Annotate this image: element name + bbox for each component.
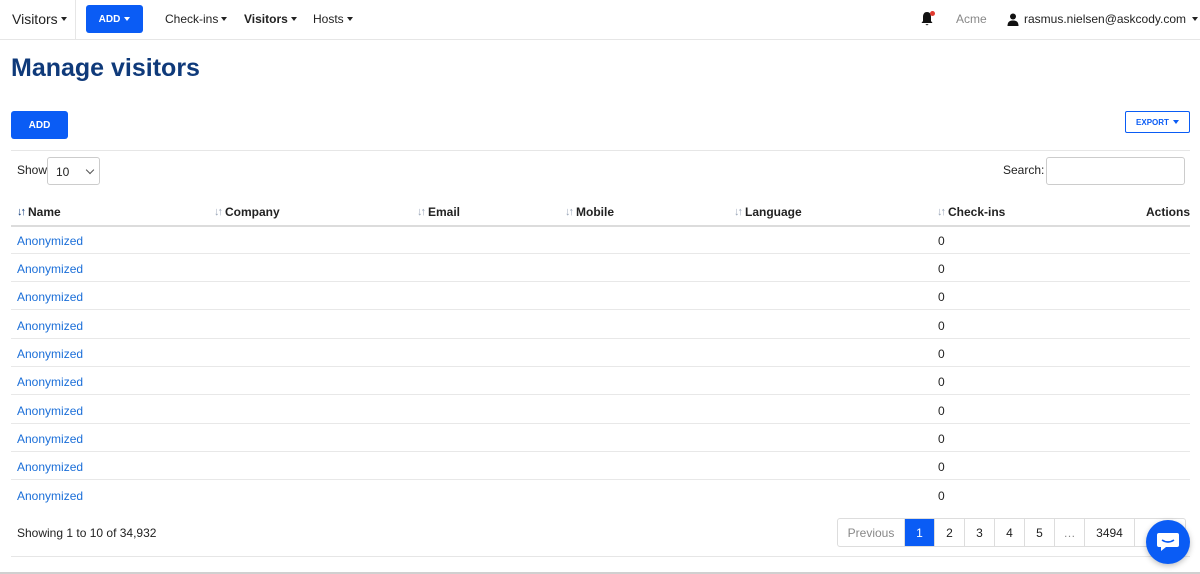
org-switcher[interactable]: Acme xyxy=(956,12,987,26)
check-ins-count: 0 xyxy=(938,404,945,418)
nav-link-label: Check-ins xyxy=(165,12,219,26)
top-navbar: Visitors ADD Check-ins Visitors Hosts Ac… xyxy=(0,0,1200,40)
add-visitor-button[interactable]: ADD xyxy=(11,111,68,139)
divider xyxy=(11,556,1190,557)
visitor-name-link[interactable]: Anonymized xyxy=(17,347,83,361)
table-row: Anonymized 0 xyxy=(11,396,1190,424)
column-header-label: Email xyxy=(428,205,461,219)
search-input[interactable] xyxy=(1046,157,1185,185)
column-header-check-ins[interactable]: ↓↑ Check-ins xyxy=(937,205,1005,219)
caret-down-icon xyxy=(346,17,353,21)
visitor-name-link[interactable]: Anonymized xyxy=(17,404,83,418)
export-label: EXPORT xyxy=(1136,117,1169,127)
table-row: Anonymized 0 xyxy=(11,254,1190,282)
page-title: Manage visitors xyxy=(11,54,200,82)
column-header-label: Mobile xyxy=(576,205,614,219)
column-header-company[interactable]: ↓↑ Company xyxy=(214,205,280,219)
visitor-name-link[interactable]: Anonymized xyxy=(17,432,83,446)
check-ins-count: 0 xyxy=(938,262,945,276)
check-ins-count: 0 xyxy=(938,319,945,333)
caret-down-icon xyxy=(124,17,131,21)
pagination-ellipsis: … xyxy=(1055,519,1085,546)
caret-down-icon xyxy=(290,17,297,21)
show-entries-value: 10 xyxy=(56,165,70,179)
pagination-previous[interactable]: Previous xyxy=(838,519,905,546)
pagination: Previous 1 2 3 4 5 … 3494 xyxy=(837,518,1186,547)
column-header-label: Company xyxy=(225,205,280,219)
show-entries-label: Show xyxy=(17,163,48,177)
pagination-page[interactable]: 3 xyxy=(965,519,995,546)
table-row: Anonymized 0 xyxy=(11,226,1190,254)
pagination-page[interactable]: 1 xyxy=(905,519,935,546)
sort-icon: ↓↑ xyxy=(214,206,223,218)
sort-icon: ↓↑ xyxy=(565,206,574,218)
column-header-label: Language xyxy=(745,205,802,219)
check-ins-count: 0 xyxy=(938,460,945,474)
nav-link-label: Visitors xyxy=(244,12,288,26)
user-menu-dropdown[interactable]: rasmus.nielsen@askcody.com xyxy=(1007,12,1199,26)
column-header-language[interactable]: ↓↑ Language xyxy=(734,205,802,219)
column-header-name[interactable]: ↓↑ Name xyxy=(17,205,61,219)
bell-icon[interactable] xyxy=(920,11,935,27)
check-ins-count: 0 xyxy=(938,234,945,248)
table-row: Anonymized 0 xyxy=(11,311,1190,339)
nav-link-visitors[interactable]: Visitors xyxy=(244,12,297,26)
user-email: rasmus.nielsen@askcody.com xyxy=(1024,12,1187,26)
column-header-actions: Actions xyxy=(1146,205,1191,219)
column-header-email[interactable]: ↓↑ Email xyxy=(417,205,460,219)
sort-ascending-icon: ↓↑ xyxy=(17,206,26,218)
caret-down-icon xyxy=(1172,120,1179,124)
table-row: Anonymized 0 xyxy=(11,452,1190,480)
caret-down-icon xyxy=(1192,17,1199,21)
check-ins-count: 0 xyxy=(938,489,945,503)
app-menu-label: Visitors xyxy=(12,11,58,27)
table-row: Anonymized 0 xyxy=(11,481,1190,509)
visitor-name-link[interactable]: Anonymized xyxy=(17,290,83,304)
pagination-page[interactable]: 5 xyxy=(1025,519,1055,546)
caret-down-icon xyxy=(221,17,228,21)
caret-down-icon xyxy=(60,17,67,21)
divider xyxy=(11,150,1190,151)
table-info: Showing 1 to 10 of 34,932 xyxy=(17,526,157,540)
visitor-name-link[interactable]: Anonymized xyxy=(17,489,83,503)
column-header-label: Check-ins xyxy=(948,205,1006,219)
column-header-mobile[interactable]: ↓↑ Mobile xyxy=(565,205,614,219)
table-row: Anonymized 0 xyxy=(11,424,1190,452)
chevron-down-icon xyxy=(85,165,95,175)
sort-icon: ↓↑ xyxy=(937,206,946,218)
check-ins-count: 0 xyxy=(938,375,945,389)
app-menu-dropdown[interactable]: Visitors xyxy=(12,11,67,27)
show-entries-select[interactable]: 10 xyxy=(47,157,100,185)
sort-icon: ↓↑ xyxy=(417,206,426,218)
check-ins-count: 0 xyxy=(938,347,945,361)
check-ins-count: 0 xyxy=(938,290,945,304)
pagination-page[interactable]: 4 xyxy=(995,519,1025,546)
search-label: Search: xyxy=(1003,163,1045,177)
nav-add-label: ADD xyxy=(98,13,121,25)
visitor-name-link[interactable]: Anonymized xyxy=(17,375,83,389)
table-row: Anonymized 0 xyxy=(11,282,1190,310)
nav-add-button[interactable]: ADD xyxy=(86,5,143,33)
nav-link-label: Hosts xyxy=(313,12,344,26)
visitor-name-link[interactable]: Anonymized xyxy=(17,234,83,248)
check-ins-count: 0 xyxy=(938,432,945,446)
visitor-name-link[interactable]: Anonymized xyxy=(17,262,83,276)
sort-icon: ↓↑ xyxy=(734,206,743,218)
visitor-name-link[interactable]: Anonymized xyxy=(17,460,83,474)
pagination-page-last[interactable]: 3494 xyxy=(1085,519,1135,546)
visitor-name-link[interactable]: Anonymized xyxy=(17,319,83,333)
nav-link-check-ins[interactable]: Check-ins xyxy=(165,12,228,26)
nav-link-hosts[interactable]: Hosts xyxy=(313,12,353,26)
user-icon xyxy=(1007,13,1019,26)
column-header-label: Name xyxy=(28,205,61,219)
chat-icon[interactable] xyxy=(1146,520,1190,564)
nav-divider xyxy=(75,0,76,40)
notification-dot xyxy=(930,11,935,16)
table-row: Anonymized 0 xyxy=(11,339,1190,367)
export-button[interactable]: EXPORT xyxy=(1125,111,1190,133)
table-row: Anonymized 0 xyxy=(11,367,1190,395)
pagination-page[interactable]: 2 xyxy=(935,519,965,546)
